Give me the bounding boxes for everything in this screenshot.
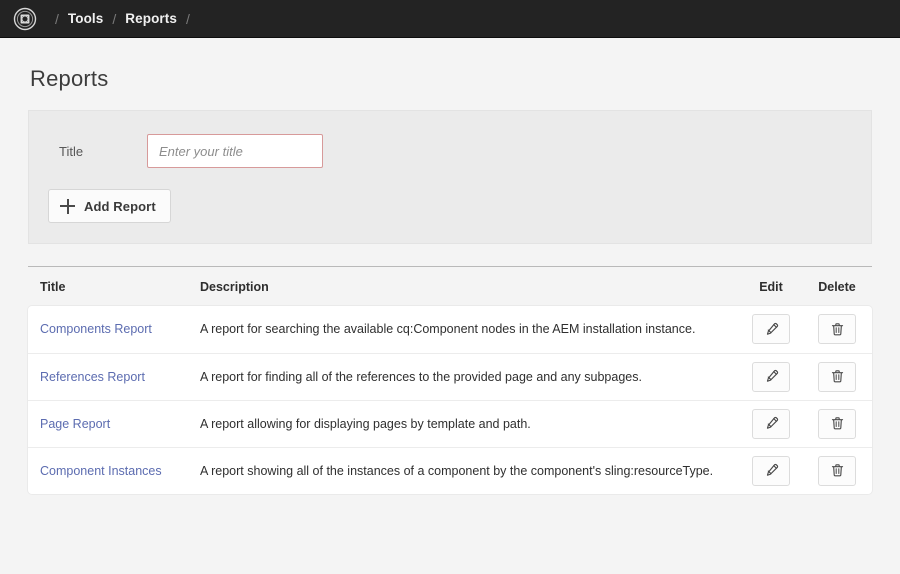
breadcrumb: / Tools / Reports / (46, 12, 199, 26)
table-cell-delete (802, 400, 872, 447)
table-cell-description: A report for searching the available cq:… (188, 306, 740, 353)
pencil-icon (764, 416, 779, 431)
reports-table-card: Components Report A report for searching… (28, 306, 872, 494)
title-field-row: Title (47, 133, 853, 169)
report-description-text: A report for searching the available cq:… (200, 322, 696, 337)
reports-table-header: Title Description Edit Delete (28, 267, 872, 306)
plus-icon (60, 198, 75, 214)
report-description-text: A report allowing for displaying pages b… (200, 416, 531, 431)
delete-report-button[interactable] (818, 455, 856, 486)
report-description-text: A report for finding all of the referenc… (200, 369, 642, 384)
edit-report-button[interactable] (752, 455, 790, 486)
report-title-link[interactable]: References Report (40, 370, 145, 384)
reports-table: Components Report A report for searching… (28, 306, 872, 494)
table-cell-edit (740, 447, 802, 494)
report-description-text: A report showing all of the instances of… (200, 463, 714, 478)
table-cell-title: References Report (28, 353, 188, 400)
table-cell-title: Components Report (28, 306, 188, 353)
table-cell-delete (802, 306, 872, 353)
breadcrumb-separator-1: / (112, 10, 117, 27)
edit-report-button[interactable] (752, 408, 790, 439)
column-header-description: Description (200, 280, 269, 294)
table-cell-edit (740, 353, 802, 400)
table-cell-edit (740, 400, 802, 447)
table-cell-description: A report allowing for displaying pages b… (188, 400, 740, 447)
breadcrumb-item-tools[interactable]: Tools (68, 12, 104, 26)
column-header-edit: Edit (759, 280, 783, 294)
table-cell-delete (802, 353, 872, 400)
top-header-bar: / Tools / Reports / (0, 0, 900, 38)
column-header-delete: Delete (818, 280, 856, 294)
report-title-link[interactable]: Component Instances (40, 464, 162, 478)
column-header-title: Title (40, 280, 66, 294)
table-cell-description: A report for finding all of the referenc… (188, 353, 740, 400)
aem-logo-icon[interactable] (12, 6, 38, 32)
add-report-form-panel: Title Add Report (28, 110, 872, 244)
table-header-row: Title Description Edit Delete (28, 267, 872, 306)
breadcrumb-separator-trail: / (186, 10, 190, 27)
delete-report-button[interactable] (818, 408, 856, 439)
pencil-icon (764, 322, 779, 337)
trash-icon (830, 416, 845, 431)
pencil-icon (764, 463, 779, 478)
table-row: Component Instances A report showing all… (28, 447, 872, 494)
page-title: Reports (30, 66, 109, 91)
add-report-button[interactable]: Add Report (48, 189, 171, 223)
pencil-icon (764, 369, 779, 384)
table-cell-edit (740, 306, 802, 353)
add-report-button-label: Add Report (84, 198, 156, 214)
report-title-link[interactable]: Page Report (40, 417, 110, 431)
trash-icon (830, 322, 845, 337)
table-row: Page Report A report allowing for displa… (28, 400, 872, 447)
table-cell-delete (802, 447, 872, 494)
breadcrumb-separator-lead: / (55, 10, 59, 27)
title-input[interactable] (147, 134, 323, 168)
trash-icon (830, 463, 845, 478)
breadcrumb-item-reports[interactable]: Reports (125, 12, 177, 26)
table-row: References Report A report for finding a… (28, 353, 872, 400)
edit-report-button[interactable] (752, 361, 790, 392)
report-title-link[interactable]: Components Report (40, 322, 152, 336)
title-field-label: Title (59, 143, 84, 159)
table-cell-title: Page Report (28, 400, 188, 447)
main-content: Reports Title Add Report Title Descripti… (0, 66, 900, 494)
table-cell-title: Component Instances (28, 447, 188, 494)
table-row: Components Report A report for searching… (28, 306, 872, 353)
edit-report-button[interactable] (752, 314, 790, 345)
trash-icon (830, 369, 845, 384)
delete-report-button[interactable] (818, 314, 856, 345)
table-cell-description: A report showing all of the instances of… (188, 447, 740, 494)
delete-report-button[interactable] (818, 361, 856, 392)
